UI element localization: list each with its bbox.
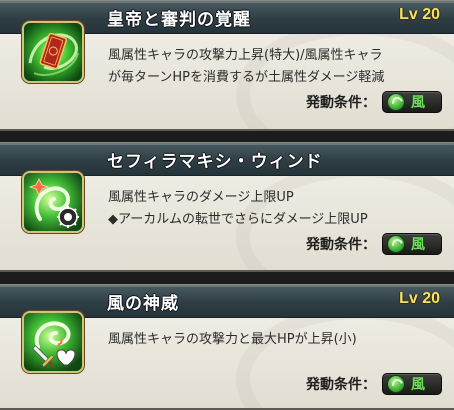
skill-description: 風属性キャラの攻撃力と最大HPが上昇(小): [108, 329, 357, 351]
skill-level: Lv 20: [399, 290, 440, 307]
skill-card[interactable]: 風の神威 Lv 20 風属性キャラの攻撃力と最大HPが上昇(小) 発動条件： 風: [0, 284, 454, 410]
wind-sword-heart-icon: [22, 311, 84, 373]
skill-description: 風属性キャラのダメージ上限UP ◆アーカルムの転世でさらにダメージ上限UP: [108, 187, 368, 231]
skill-title: セフィラマキシ・ウィンド: [107, 152, 323, 172]
description-line: ◆アーカルムの転世でさらにダメージ上限UP: [108, 212, 368, 227]
wind-swirl-gear-icon: [22, 171, 84, 233]
skill-description: 風属性キャラの攻撃力上昇(特大)/風属性キャラ が毎ターンHPを消費するが土属性…: [108, 45, 384, 89]
skill-card[interactable]: セフィラマキシ・ウィンド 風属性キャラのダメージ上限UP ◆アーカルムの転世でさ…: [0, 142, 454, 272]
wind-element-icon: [387, 93, 405, 111]
activation-condition: 発動条件： 風: [306, 233, 442, 255]
wind-element-badge: 風: [382, 91, 442, 113]
description-line: 風属性キャラの攻撃力と最大HPが上昇(小): [108, 332, 357, 347]
wind-element-icon: [387, 375, 405, 393]
red-card-wind-swirl-icon: [22, 21, 84, 83]
description-line: 風属性キャラのダメージ上限UP: [108, 190, 294, 205]
wind-element-icon: [387, 235, 405, 253]
description-line: が毎ターンHPを消費するが土属性ダメージ軽減: [108, 70, 385, 85]
wind-element-badge: 風: [382, 373, 442, 395]
description-line: 風属性キャラの攻撃力上昇(特大)/風属性キャラ: [108, 48, 383, 63]
activation-condition: 発動条件： 風: [306, 373, 442, 395]
condition-label: 発動条件：: [306, 377, 376, 393]
element-name: 風: [411, 237, 425, 253]
element-name: 風: [411, 95, 425, 111]
skill-title: 風の神威: [107, 294, 179, 314]
element-name: 風: [411, 377, 425, 393]
wind-element-badge: 風: [382, 233, 442, 255]
activation-condition: 発動条件： 風: [306, 91, 442, 113]
skill-level: Lv 20: [399, 6, 440, 23]
condition-label: 発動条件：: [306, 237, 376, 253]
skill-title: 皇帝と審判の覚醒: [107, 10, 251, 30]
condition-label: 発動条件：: [306, 95, 376, 111]
skill-card[interactable]: 皇帝と審判の覚醒 Lv 20 風属性キャラの攻撃力上昇(特大)/風属性キャラ が…: [0, 0, 454, 131]
